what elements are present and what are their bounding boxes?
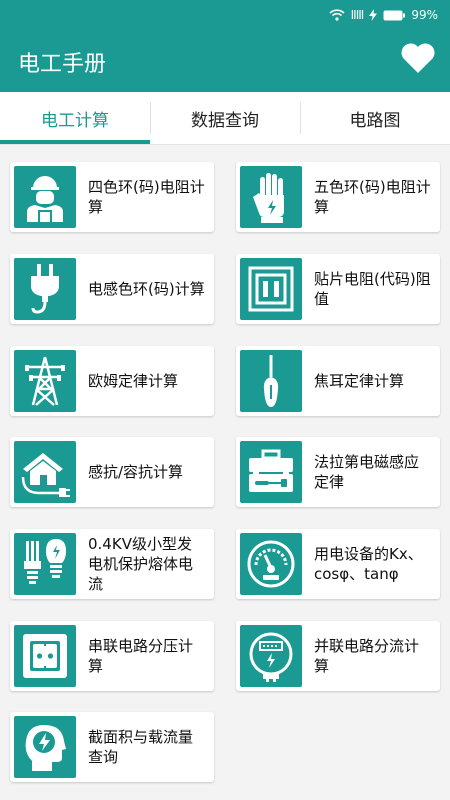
tab-data-query[interactable]: 数据查询: [150, 92, 300, 144]
app-title: 电工手册: [18, 52, 107, 77]
calc-four-band-resistor[interactable]: 四色环(码)电阻计算: [10, 162, 214, 232]
carrier-signal: IIIII: [350, 8, 365, 22]
item-label: 感抗/容抗计算: [88, 463, 184, 481]
tab-bar: 电工计算 数据查询 电路图: [0, 92, 450, 145]
battery-icon: [383, 10, 406, 20]
chip-resistor-icon: [240, 258, 302, 320]
calc-parallel-current-divider[interactable]: 并联电路分流计算: [236, 621, 440, 691]
plug-icon: [14, 258, 76, 320]
gauge-icon: [240, 533, 302, 595]
calc-smd-resistor[interactable]: 贴片电阻(代码)阻值: [236, 254, 440, 324]
query-cross-section-ampacity[interactable]: 截面积与载流量查询: [10, 712, 214, 782]
item-label: 四色环(码)电阻计算: [88, 178, 205, 216]
item-label: 串联电路分压计算: [88, 637, 194, 675]
battery-level: 99%: [411, 8, 438, 22]
tab-electrical-calc[interactable]: 电工计算: [0, 92, 150, 144]
item-label: 截面积与载流量查询: [88, 728, 194, 766]
status-bar: IIIII 99%: [329, 6, 438, 24]
calc-ohms-law[interactable]: 欧姆定律计算: [10, 346, 214, 416]
app-bar: IIIII 99% 电工手册: [0, 0, 450, 92]
item-label: 用电设备的Kx、cosφ、tanφ: [314, 545, 423, 583]
meter-icon: [240, 625, 302, 687]
worker-icon: [14, 166, 76, 228]
calc-five-band-resistor[interactable]: 五色环(码)电阻计算: [236, 162, 440, 232]
calc-joules-law[interactable]: 焦耳定律计算: [236, 346, 440, 416]
calc-reactance[interactable]: 感抗/容抗计算: [10, 437, 214, 507]
toolbox-icon: [240, 441, 302, 503]
house-plug-icon: [14, 441, 76, 503]
glove-icon: [240, 166, 302, 228]
item-label: 并联电路分流计算: [314, 637, 420, 675]
head-bolt-icon: [14, 716, 76, 778]
bulbs-icon: [14, 533, 76, 595]
calc-faraday-induction[interactable]: 法拉第电磁感应定律: [236, 437, 440, 507]
wifi-icon: [329, 9, 345, 21]
item-label: 五色环(码)电阻计算: [314, 178, 431, 216]
item-label: 焦耳定律计算: [314, 372, 405, 390]
socket-icon: [14, 625, 76, 687]
item-label: 法拉第电磁感应定律: [314, 453, 420, 491]
calc-inductor-color-band[interactable]: 电感色环(码)计算: [10, 254, 214, 324]
screwdriver-icon: [240, 350, 302, 412]
calc-equipment-kx-cos-tan[interactable]: 用电设备的Kx、cosφ、tanφ: [236, 529, 440, 599]
calc-series-voltage-divider[interactable]: 串联电路分压计算: [10, 621, 214, 691]
item-label: 0.4KV级小型发电机保护熔体电流: [88, 535, 194, 593]
heart-icon[interactable]: [400, 42, 436, 74]
lightning-icon: [369, 9, 378, 21]
item-label: 欧姆定律计算: [88, 372, 179, 390]
calc-generator-fuse-current[interactable]: 0.4KV级小型发电机保护熔体电流: [10, 529, 214, 599]
item-label: 贴片电阻(代码)阻值: [314, 270, 431, 308]
item-label: 电感色环(码)计算: [88, 280, 205, 298]
tab-circuit-diagram[interactable]: 电路图: [300, 92, 450, 144]
power-tower-icon: [14, 350, 76, 412]
